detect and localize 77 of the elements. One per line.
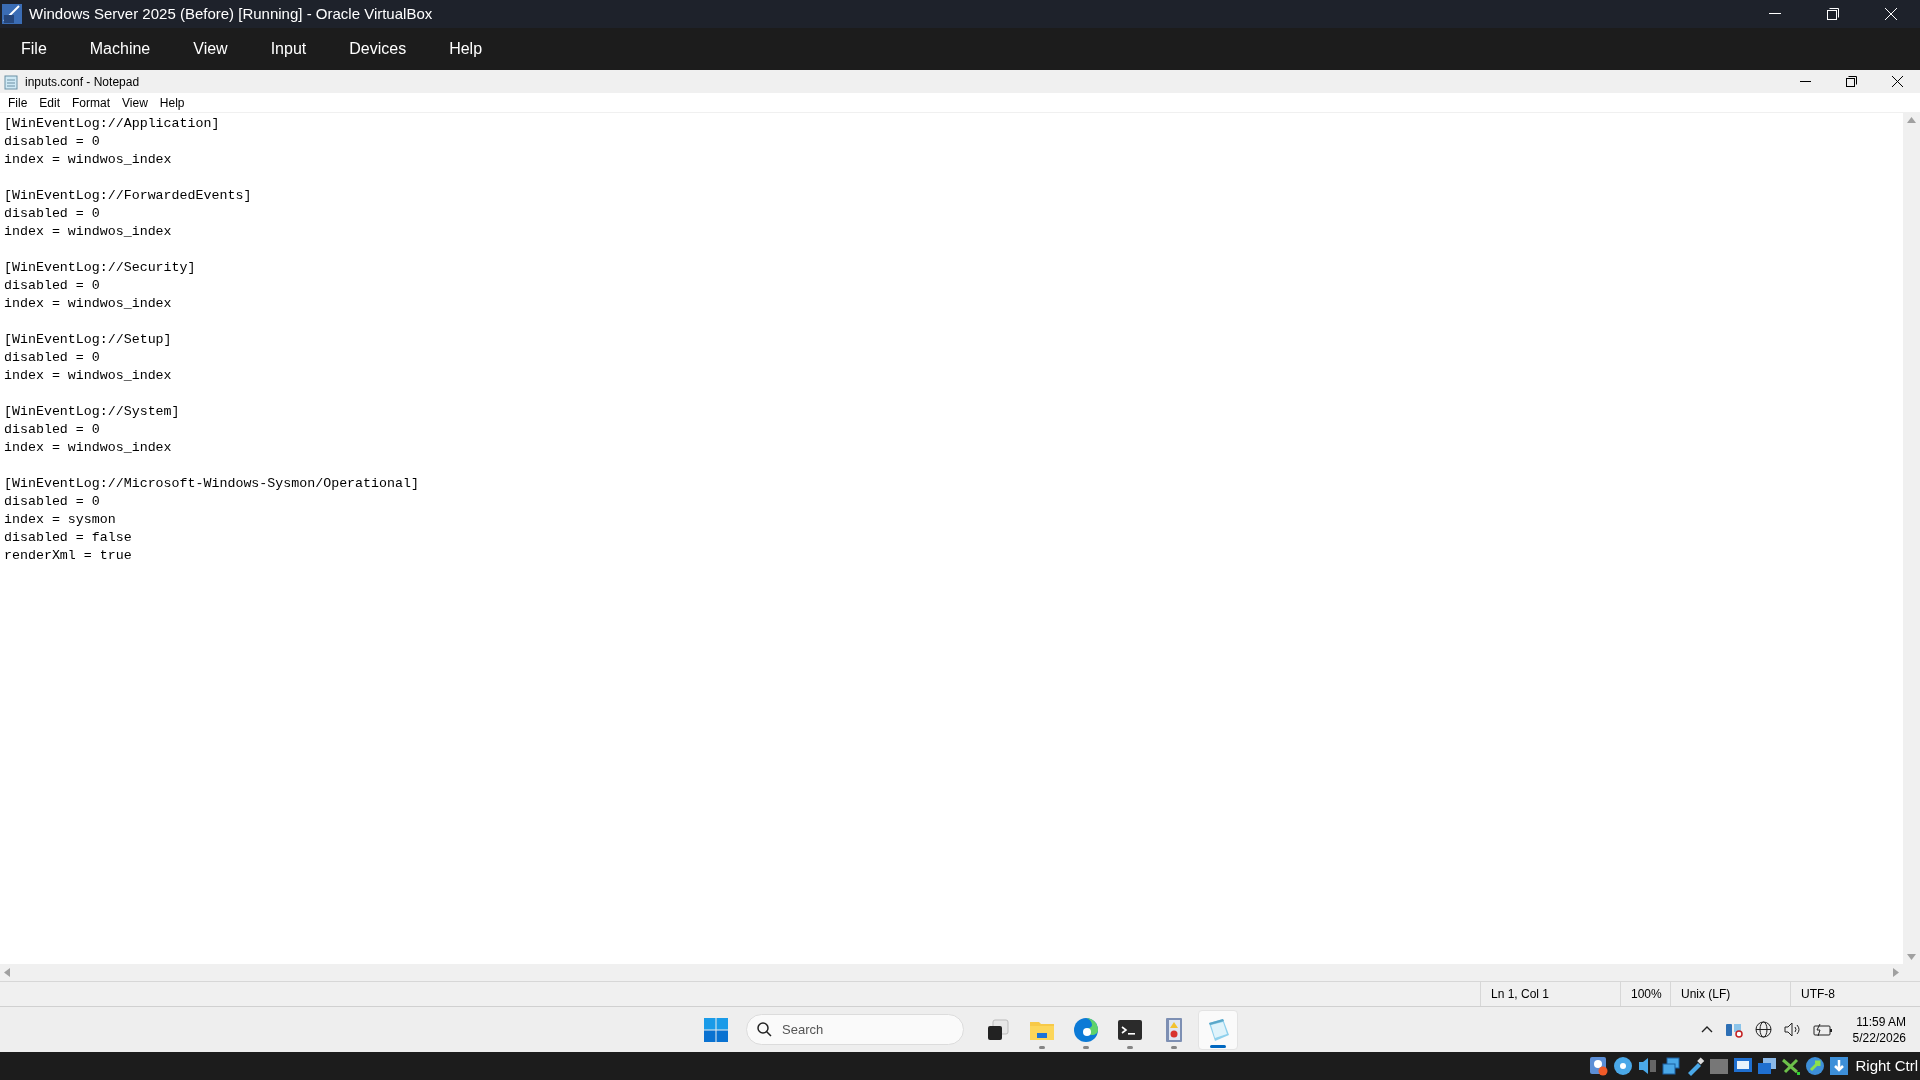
scroll-right-icon [1893,968,1899,977]
close-icon [1891,76,1903,87]
code-line: [WinEventLog://Setup] [4,331,172,349]
browser-swirl-icon [1073,1016,1099,1043]
menu-item[interactable]: Input [257,37,320,61]
running-indicator [1127,1045,1133,1049]
network-icon [1661,1056,1682,1076]
status-text: Ln 1, Col 1 [1491,986,1550,1003]
network-drive-icon [1724,1021,1743,1038]
audio-icon [1637,1056,1658,1076]
code-line: index = sysmon [4,511,116,529]
status-text: Unix (LF) [1681,986,1731,1003]
shared-folder-icon [1709,1056,1730,1076]
menu-item[interactable]: Devices [336,37,420,61]
code-line: index = windwos_index [4,151,172,169]
code-line: [WinEventLog://Application] [4,115,220,133]
host-key-label: Right Ctrl [1855,1055,1918,1076]
terminal-icon [1117,1018,1143,1041]
code-line: [WinEventLog://System] [4,403,180,421]
menu-item[interactable]: Machine [76,37,164,61]
code-line: index = windwos_index [4,439,172,457]
scroll-down-icon [1907,954,1916,960]
code-line: index = windwos_index [4,367,172,385]
start-button[interactable] [702,1015,730,1044]
close-icon [1885,8,1897,20]
overlapping-squares-icon [986,1017,1010,1042]
virtualbox-logo-icon [1,3,23,25]
minimize-icon [1799,81,1811,82]
menu-item[interactable]: View [116,96,154,109]
horizontal-scrollbar[interactable] [0,964,1920,981]
code-line: [WinEventLog://Microsoft-Windows-Sysmon/Operational] [4,475,419,493]
minimize-icon [1769,13,1781,15]
log-book-icon [1164,1016,1184,1043]
menu-item[interactable]: Format [66,96,117,109]
search-icon [757,1022,772,1037]
globe-icon [1754,1021,1772,1038]
running-indicator [1210,1044,1226,1048]
status-text: 100% [1631,986,1662,1003]
code-line: index = windwos_index [4,223,172,241]
chevron-up-icon [1700,1026,1713,1033]
restore-icon [1845,76,1857,87]
code-line: disabled = 0 [4,277,100,295]
menu-item[interactable]: Help [153,96,191,109]
running-indicator [1171,1045,1177,1049]
code-line: disabled = false [4,529,132,547]
clock-time: 11:59 AM [1856,1013,1906,1030]
scroll-left-icon [4,968,10,977]
running-indicator [1039,1045,1045,1049]
download-icon [1829,1056,1850,1076]
code-line: disabled = 0 [4,493,100,511]
running-indicator [1083,1045,1089,1049]
menu-item[interactable]: File [8,37,60,61]
optical-disc-icon [1613,1056,1634,1076]
scroll-up-icon [1907,117,1916,123]
window-title: Windows Server 2025 (Before) [Running] - Oracle VirtualBox [29,3,433,24]
code-line: disabled = 0 [4,205,100,223]
code-line: disabled = 0 [4,349,100,367]
code-line: renderXml = true [4,547,132,565]
code-line: disabled = 0 [4,421,100,439]
notepad-title: inputs.conf - Notepad [25,73,140,91]
menu-item[interactable]: View [180,37,241,61]
code-line: index = windwos_index [4,295,172,313]
notepad-icon [3,73,19,90]
code-line: [WinEventLog://ForwardedEvents] [4,187,252,205]
windows-logo-icon [704,1017,728,1042]
menu-item[interactable]: Help [436,37,496,61]
search-field[interactable]: Search [746,1014,964,1045]
restore-icon [1827,8,1839,20]
clock-date: 5/22/2026 [1852,1029,1906,1046]
battery-icon [1812,1022,1833,1037]
menu-item[interactable]: Edit [33,96,67,109]
code-line: disabled = 0 [4,133,100,151]
code-line: [WinEventLog://Security] [4,259,196,277]
speaker-icon [1783,1022,1801,1037]
status-text: UTF-8 [1801,986,1835,1003]
vertical-scrollbar[interactable] [1903,113,1920,964]
menu-item[interactable]: File [2,96,34,109]
